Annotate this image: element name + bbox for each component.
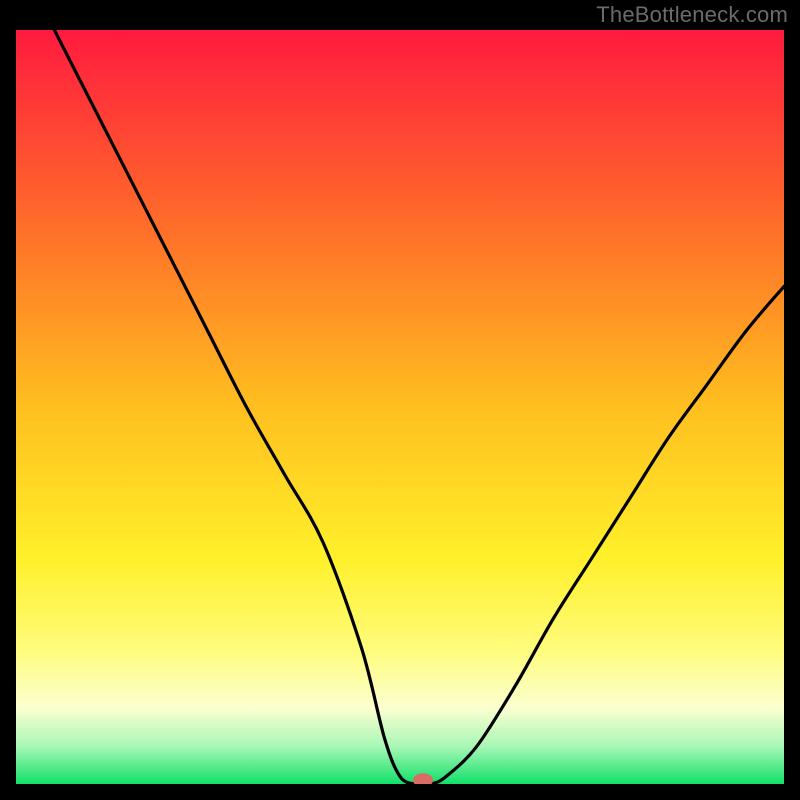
gradient-background: [16, 30, 784, 784]
bottleneck-chart: [16, 30, 784, 784]
watermark-text: TheBottleneck.com: [596, 2, 788, 28]
app-frame: TheBottleneck.com: [0, 0, 800, 800]
plot-container: [16, 30, 784, 784]
